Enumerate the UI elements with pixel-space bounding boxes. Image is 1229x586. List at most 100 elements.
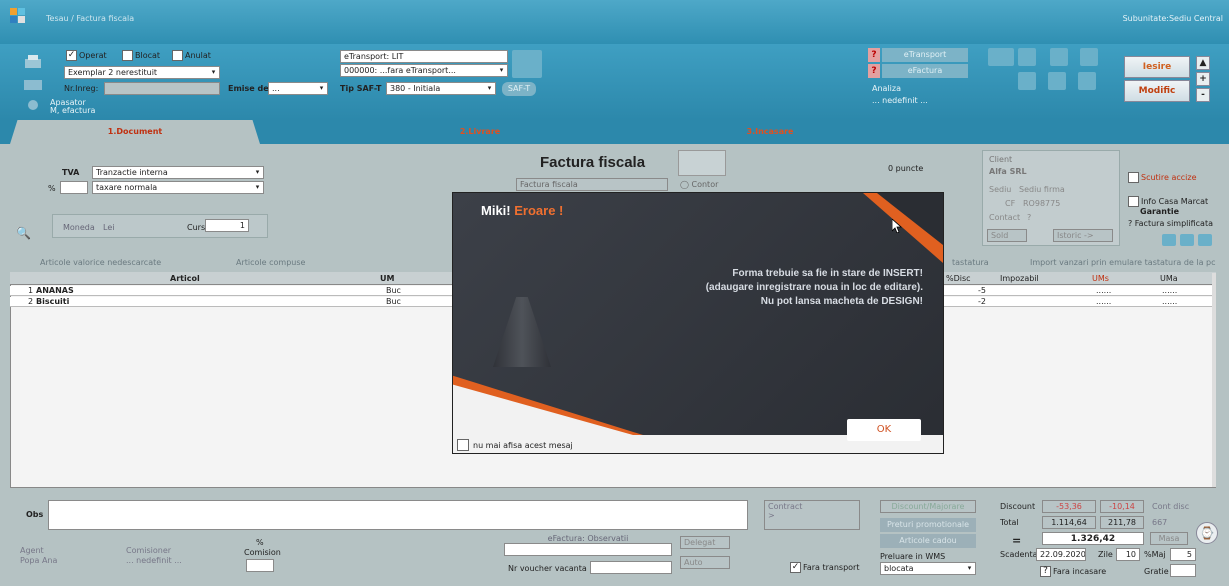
comisioner-value[interactable]: ... nedefinit ... [126, 556, 182, 565]
efactura-button[interactable]: eFactura [882, 64, 968, 78]
pct-input[interactable] [60, 181, 88, 194]
col-ums[interactable]: UMs [1092, 274, 1109, 283]
add-icon[interactable] [1162, 234, 1176, 246]
clock-icon[interactable]: ⌚ [1196, 522, 1218, 544]
tip-saft-select[interactable]: 380 - Initiala ▾ [386, 82, 496, 95]
toolbar-tool-1[interactable] [988, 48, 1014, 66]
modific-button[interactable]: Modific [1124, 80, 1190, 102]
up-button[interactable]: ▲ [1196, 56, 1210, 70]
col-impozabil[interactable]: Impozabil [1000, 274, 1039, 283]
efactura-help[interactable]: ? [868, 64, 880, 78]
print-icon[interactable] [22, 54, 44, 70]
saft-button[interactable]: SAF-T [502, 82, 536, 96]
delete-row-icon[interactable] [1198, 234, 1212, 246]
tastatura-link[interactable]: tastatura [952, 258, 989, 267]
gratie-input[interactable] [1170, 564, 1196, 577]
preturi-promo-button[interactable]: Preturi promotionale [880, 518, 976, 532]
zile-label: Zile [1098, 550, 1113, 559]
info-casa-label: Info Casa Marcat [1141, 197, 1209, 206]
chart-icon[interactable] [1048, 72, 1066, 90]
taxare-select[interactable]: taxare normala ▾ [92, 181, 264, 194]
contact-value[interactable]: ? [1027, 213, 1031, 222]
factura-simplificata-label[interactable]: ? Factura simplificata [1128, 219, 1213, 228]
contor-image[interactable] [678, 150, 726, 176]
garantie-label[interactable]: Garantie [1140, 207, 1179, 216]
comision-input[interactable] [246, 559, 274, 572]
articole-cadou-button[interactable]: Articole cadou [880, 534, 976, 548]
client-panel: Client Alfa SRL Sediu Sediu firma CF RO9… [982, 150, 1120, 246]
moneda-value[interactable]: Lei [103, 223, 114, 232]
blocat-checkbox[interactable] [122, 50, 133, 61]
nr-inreg-input[interactable] [104, 82, 220, 95]
col-disc[interactable]: %Disc [946, 274, 971, 283]
search-icon[interactable]: 🔍 [16, 226, 46, 240]
preluare-wms-select[interactable]: blocata ▾ [880, 562, 976, 575]
contor-radio[interactable]: ◯ Contor [680, 180, 718, 189]
tab-document[interactable]: 1.Document [10, 120, 260, 144]
agent-value[interactable]: Popa Ana [20, 556, 57, 565]
document-icon[interactable] [1018, 48, 1036, 66]
no-show-checkbox[interactable] [457, 439, 469, 451]
fara-incasare-checkbox[interactable]: ? [1040, 566, 1051, 577]
settings-icon[interactable] [22, 98, 44, 112]
col-uma[interactable]: UMa [1160, 274, 1178, 283]
doc-type-field[interactable]: Factura fiscala [516, 178, 668, 191]
operat-checkbox[interactable]: ✓ [66, 50, 77, 61]
ok-button[interactable]: OK [847, 419, 921, 441]
info-casa-checkbox[interactable] [1128, 196, 1139, 207]
tab-incasare[interactable]: 3.Incasare [660, 120, 880, 144]
cf-label: CF [1005, 199, 1016, 208]
fara-transport-checkbox[interactable]: ✓ [790, 562, 801, 573]
col-um[interactable]: UM [380, 274, 394, 283]
etransport-select[interactable]: 000000: ...fara eTransport... ▾ [340, 64, 508, 77]
person-icon[interactable] [1050, 48, 1068, 66]
modific-label: Modific [1138, 86, 1176, 96]
etransport-field[interactable]: eTransport: LIT [340, 50, 508, 63]
scadenta-input[interactable]: 22.09.2020 [1036, 548, 1086, 561]
contract-field[interactable]: Contract > [764, 500, 860, 530]
puncte-label: 0 puncte [888, 164, 924, 173]
nr-voucher-input[interactable] [590, 561, 672, 574]
mail-icon[interactable] [1078, 72, 1096, 90]
import-vanzari-link[interactable]: Import vanzari prin emulare tastatura de… [1030, 258, 1216, 267]
tva-select[interactable]: Tranzactie interna ▾ [92, 166, 264, 179]
email-icon[interactable] [22, 78, 44, 92]
istoric-button[interactable]: Istoric -> [1053, 229, 1113, 242]
auto-field[interactable]: Auto [680, 556, 730, 569]
iesire-button[interactable]: Iesire [1124, 56, 1190, 78]
emise-de-select[interactable]: ... ▾ [268, 82, 328, 95]
client-value[interactable]: Alfa SRL [989, 167, 1027, 176]
comisioner-label: Comisioner [126, 546, 172, 555]
grid-scrollbar[interactable] [1212, 273, 1216, 487]
col-articol[interactable]: Articol [170, 274, 200, 283]
calculator-icon[interactable] [1018, 72, 1036, 90]
curs-input[interactable]: 1 [205, 219, 249, 232]
export-icon[interactable] [1080, 48, 1098, 66]
etransport-truck-button[interactable] [512, 50, 542, 78]
scutire-checkbox[interactable] [1128, 172, 1139, 183]
etransport-value: 000000: ...fara eTransport... [344, 66, 456, 75]
efactura-obs-input[interactable] [504, 543, 672, 556]
dialog-message-line-3: Nu pot lansa macheta de DESIGN! [760, 296, 923, 307]
add-button[interactable]: + [1196, 72, 1210, 86]
delegat-field[interactable]: Delegat [680, 536, 730, 549]
articole-valorice-link[interactable]: Articole valorice nedescarcate [40, 258, 161, 267]
masa-button[interactable]: Masa [1150, 532, 1188, 545]
exemplar-select[interactable]: Exemplar 2 nerestituit ▾ [64, 66, 220, 79]
articole-compuse-link[interactable]: Articole compuse [236, 258, 305, 267]
tab-livrare[interactable]: 2.Livrare [380, 120, 580, 144]
pct-majorare-input[interactable]: 5 [1170, 548, 1196, 561]
anulat-checkbox[interactable] [172, 50, 183, 61]
client-label: Client [989, 155, 1013, 164]
window-title: Tesau / Factura fiscala [46, 14, 135, 23]
etransport-button[interactable]: eTransport [882, 48, 968, 62]
etransport-help[interactable]: ? [868, 48, 880, 62]
remove-button[interactable]: - [1196, 88, 1210, 102]
add-row-icon[interactable] [1180, 234, 1194, 246]
sediu-value[interactable]: Sediu firma [1019, 185, 1065, 194]
nr-voucher-label: Nr voucher vacanta [508, 564, 587, 573]
zile-input[interactable]: 10 [1116, 548, 1140, 561]
tip-saft-value: 380 - Initiala [390, 84, 441, 93]
obs-textarea[interactable] [48, 500, 748, 530]
discount-majorare-button[interactable]: Discount/Majorare [880, 500, 976, 513]
